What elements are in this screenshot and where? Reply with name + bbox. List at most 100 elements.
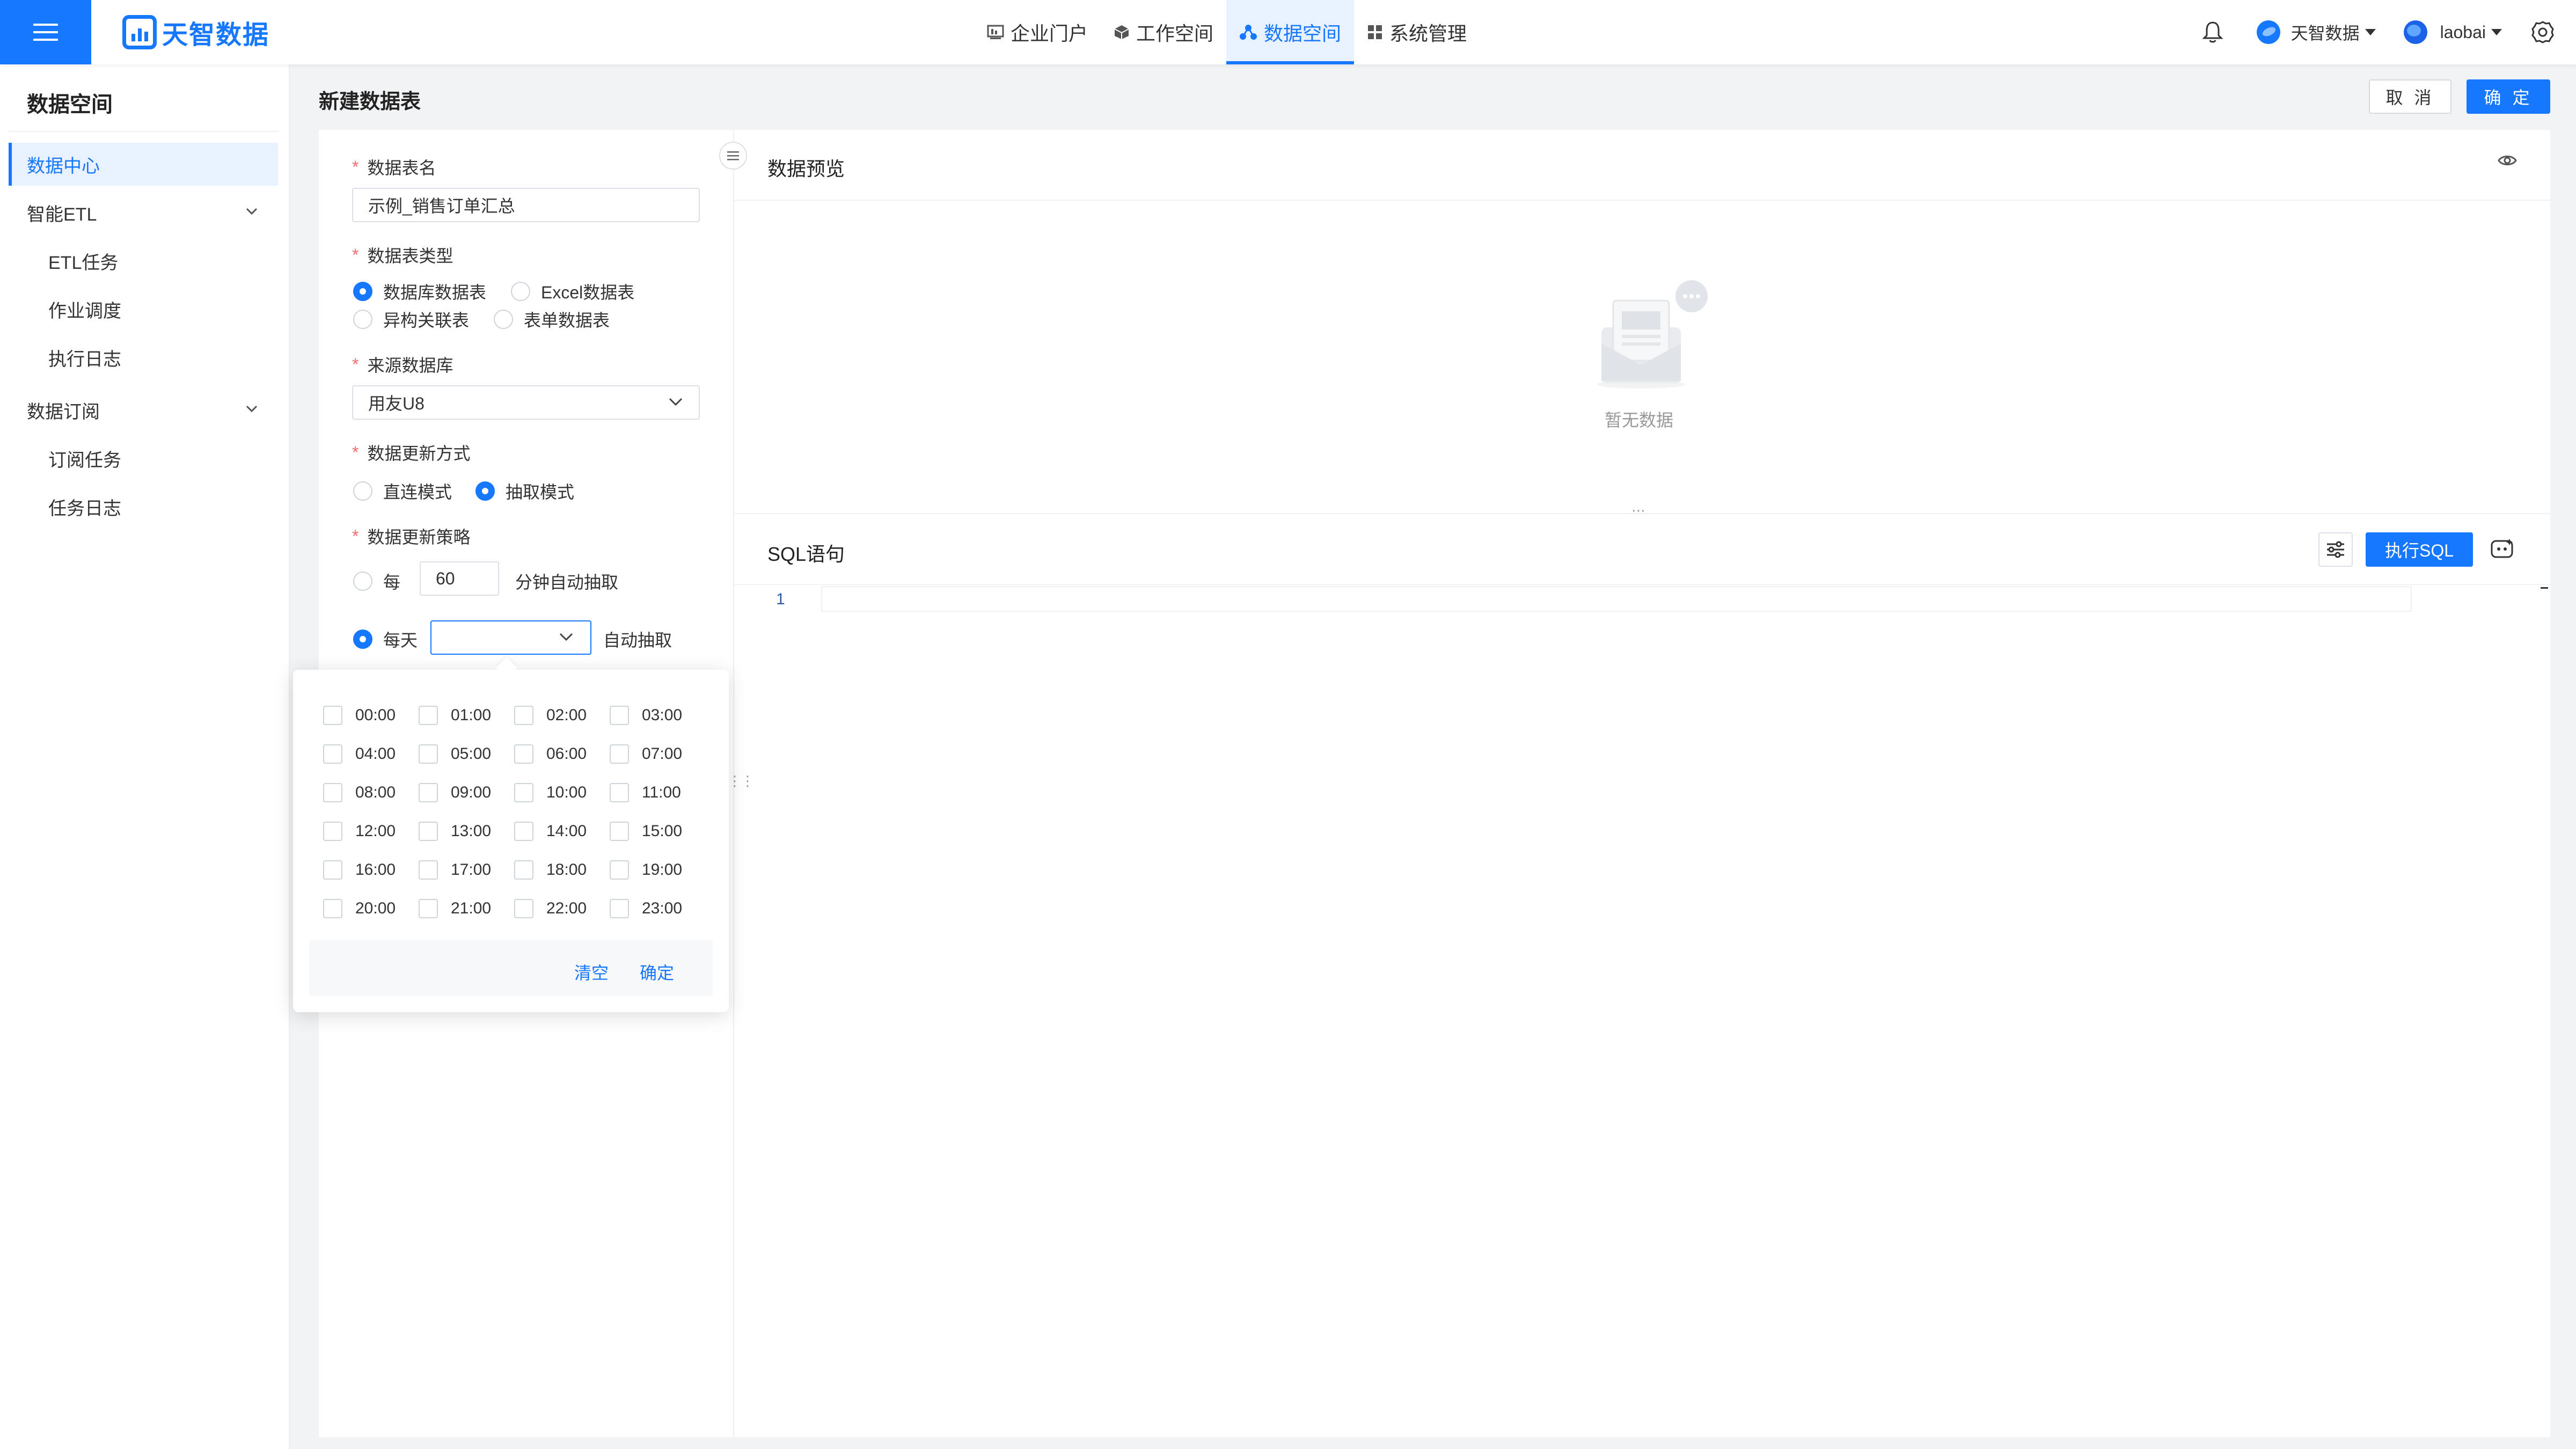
time-option[interactable]: 02:00 [514,704,610,727]
daily-time-select[interactable] [430,620,591,655]
table-name-label: * 数据表名 [352,155,436,179]
time-option[interactable]: 04:00 [323,743,419,765]
ai-assistant-icon[interactable] [2490,538,2515,560]
time-option[interactable]: 20:00 [323,897,419,920]
checkbox-icon [610,860,629,880]
sidebar-item-etl-task[interactable]: ETL任务 [9,239,278,282]
time-option[interactable]: 21:00 [419,897,514,920]
time-option[interactable]: 05:00 [419,743,514,765]
label-text: 来源数据库 [367,356,453,375]
time-label: 22:00 [546,899,587,917]
menu-toggle-button[interactable] [0,0,91,64]
sidebar-item-task-log[interactable]: 任务日志 [9,485,278,528]
label-text: 数据更新策略 [367,528,471,547]
radio-icon [353,572,372,591]
time-option[interactable]: 10:00 [514,781,610,804]
daily-time-picker: 00:00 01:00 02:00 03:00 04:00 05:00 06:00 07:00… [293,670,729,1012]
org-name: 天智数据 [2290,24,2360,43]
checkbox-icon [419,822,438,841]
settings-button[interactable] [2531,20,2555,44]
time-option[interactable]: 23:00 [610,897,705,920]
time-option[interactable]: 06:00 [514,743,610,765]
source-db-select[interactable]: 用友U8 [352,385,700,420]
sidebar-item-subscription-task[interactable]: 订阅任务 [9,437,278,480]
nav-item-workspace[interactable]: 工作空间 [1101,0,1226,64]
time-option[interactable]: 08:00 [323,781,419,804]
time-option[interactable]: 19:00 [610,859,705,881]
time-option[interactable]: 11:00 [610,781,705,804]
checkbox-icon [323,783,342,802]
radio-direct-mode[interactable]: 直连模式 [353,479,452,503]
radio-db-table[interactable]: 数据库数据表 [353,279,486,304]
time-label: 09:00 [451,784,492,801]
radio-label: 异构关联表 [383,311,470,330]
nav-item-system[interactable]: 系统管理 [1354,0,1480,64]
time-label: 18:00 [546,861,587,879]
minutes-input[interactable]: 60 [420,561,499,596]
time-label: 01:00 [451,706,492,724]
checkbox-icon [610,783,629,802]
nav-item-portal[interactable]: 企业门户 [974,0,1101,64]
brand-logo[interactable]: 天智数据 [122,14,269,50]
cancel-button[interactable]: 取 消 [2369,79,2451,114]
time-label: 15:00 [642,822,683,840]
radio-daily[interactable]: 每天 [353,627,418,652]
checkbox-icon [610,706,629,725]
time-option[interactable]: 22:00 [514,897,610,920]
time-option[interactable]: 17:00 [419,859,514,881]
sidebar-item-job-schedule[interactable]: 作业调度 [9,288,278,331]
notification-button[interactable] [2201,20,2223,44]
radio-extract-mode[interactable]: 抽取模式 [475,479,574,503]
nav-item-data-space[interactable]: 数据空间 [1226,0,1355,64]
radio-every-minutes[interactable]: 每 [353,569,400,594]
sidebar-item-exec-log[interactable]: 执行日志 [9,336,278,379]
top-bar: 天智数据 企业门户 工作空间 数据空间 系统管理 天智数据 laobai [0,0,2576,64]
time-option[interactable]: 16:00 [323,859,419,881]
collapse-form-button[interactable] [719,142,747,170]
time-option[interactable]: 01:00 [419,704,514,727]
time-option[interactable]: 07:00 [610,743,705,765]
confirm-button[interactable]: 确 定 [2467,79,2550,114]
time-option[interactable]: 00:00 [323,704,419,727]
radio-icon [353,481,372,501]
time-option[interactable]: 09:00 [419,781,514,804]
eye-icon[interactable] [2498,153,2517,167]
sidebar-item-data-subscription[interactable]: 数据订阅 [9,389,278,431]
radio-label: 每天 [383,631,418,650]
checkbox-icon [514,899,533,918]
update-strategy-label: * 数据更新策略 [352,524,470,548]
resize-handle-icon[interactable]: ⋯ [1631,502,1645,519]
sql-editor[interactable] [821,586,2412,612]
clear-button[interactable]: 清空 [574,960,609,984]
time-option[interactable]: 03:00 [610,704,705,727]
time-option[interactable]: 12:00 [323,820,419,843]
sidebar-item-smart-etl[interactable]: 智能ETL [9,191,278,234]
org-logo-icon [2256,20,2280,44]
user-menu[interactable]: laobai [2403,20,2502,44]
divider [734,584,2550,585]
popover-confirm-button[interactable]: 确定 [640,960,674,984]
table-name-input[interactable]: 示例_销售订单汇总 [352,188,700,222]
resize-handle-icon[interactable]: ⋮⋮ [728,773,755,789]
required-mark: * [352,526,359,546]
time-option[interactable]: 15:00 [610,820,705,843]
sidebar-item-data-center[interactable]: 数据中心 [9,143,278,186]
bell-icon [2201,21,2223,43]
radio-form-table[interactable]: 表单数据表 [494,307,610,332]
radio-checked-icon [353,630,372,649]
sql-settings-button[interactable] [2318,532,2353,567]
radio-label: 表单数据表 [524,311,610,330]
time-option[interactable]: 18:00 [514,859,610,881]
execute-sql-button[interactable]: 执行SQL [2366,532,2473,567]
nav-item-label: 工作空间 [1136,23,1214,45]
nav-item-label: 数据空间 [1264,23,1342,45]
radio-excel-table[interactable]: Excel数据表 [511,279,634,304]
org-switcher[interactable]: 天智数据 [2256,20,2376,45]
logo-icon [122,15,157,49]
sidebar-item-label: 作业调度 [48,301,121,321]
time-option[interactable]: 13:00 [419,820,514,843]
checkbox-icon [419,744,438,764]
radio-hetero-table[interactable]: 异构关联表 [353,307,469,332]
radio-label: Excel数据表 [541,283,635,302]
time-option[interactable]: 14:00 [514,820,610,843]
